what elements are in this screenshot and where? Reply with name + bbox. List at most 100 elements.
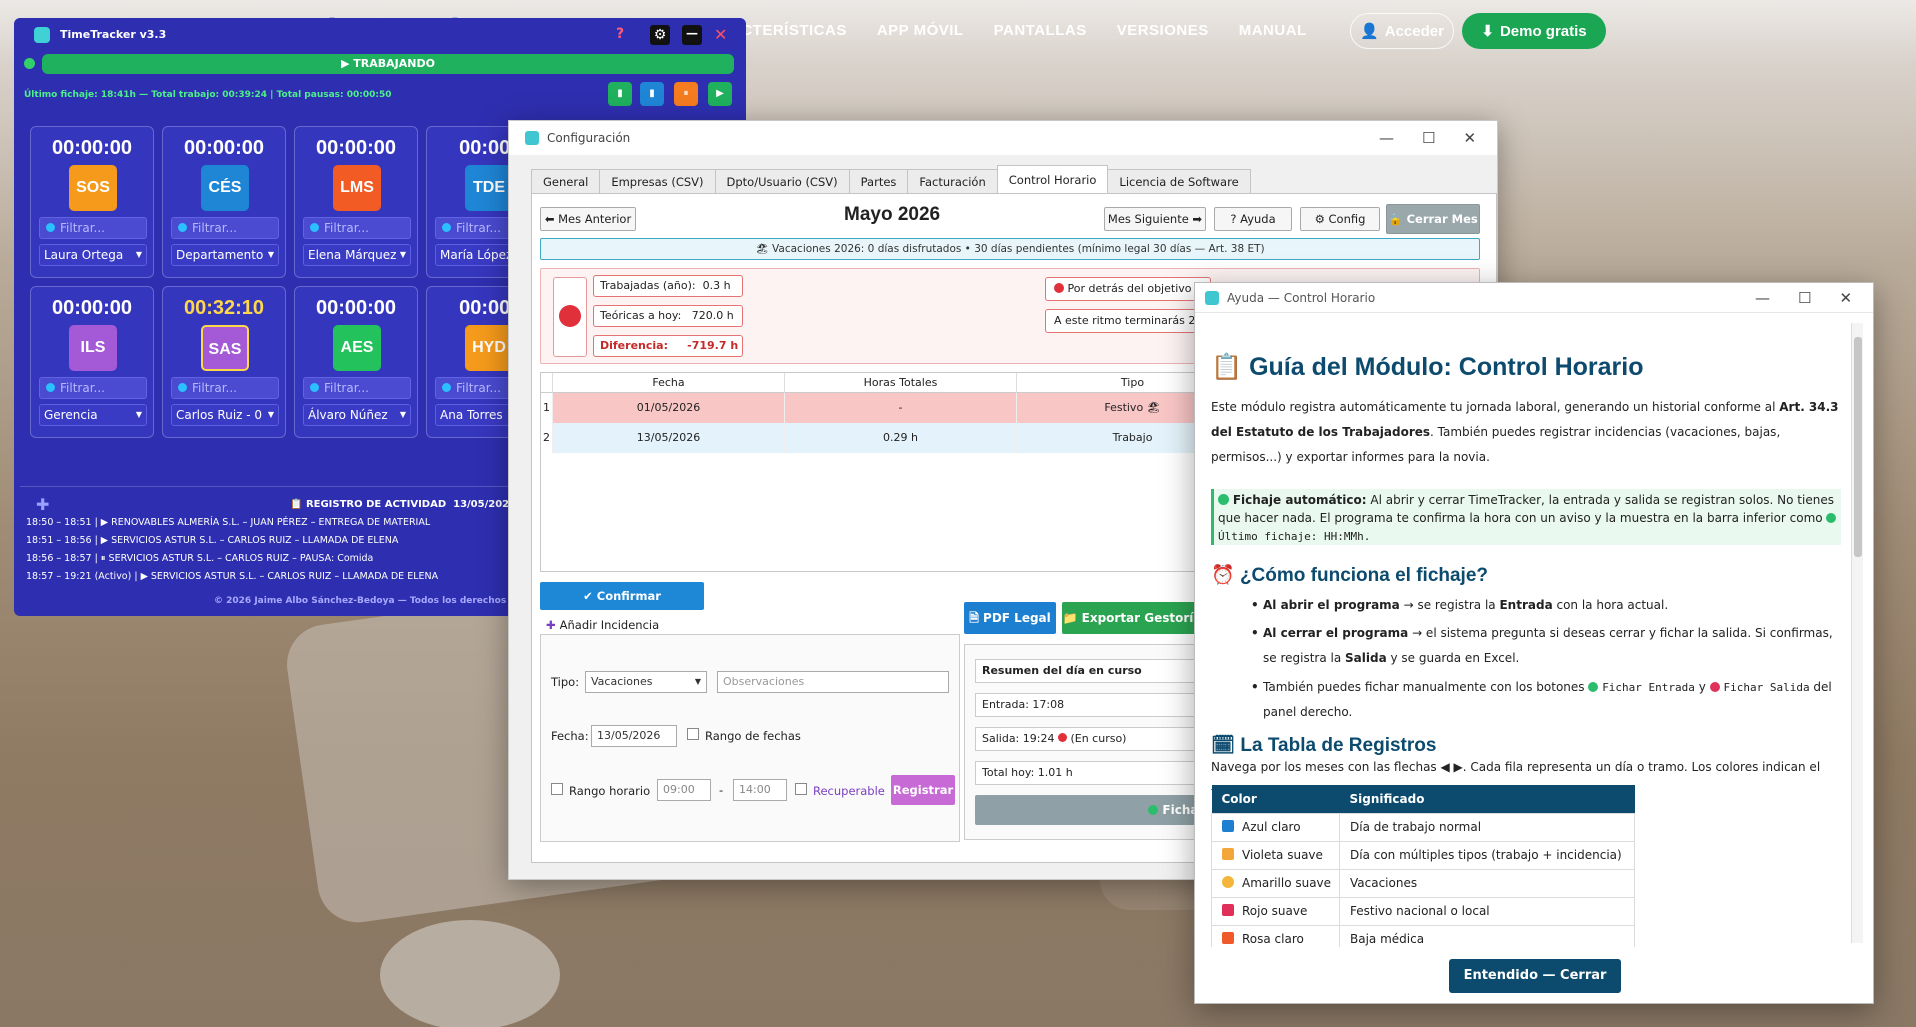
filter-input[interactable]: Filtrar... (171, 217, 279, 239)
close-icon[interactable]: ✕ (1463, 129, 1476, 147)
resume-button[interactable]: ▶ (708, 82, 732, 106)
observaciones-input[interactable]: Observaciones (717, 671, 949, 693)
log-entry[interactable]: 18:57 – 19:21 (Activo) | ▶ SERVICIOS AST… (26, 571, 438, 582)
registrar-button[interactable]: Registrar (891, 775, 955, 805)
company-badge[interactable]: ILS (69, 325, 117, 371)
add-icon[interactable]: ✚ (36, 495, 49, 514)
user-select[interactable]: Elena Márquez ▼ (303, 244, 411, 266)
nav-pantallas[interactable]: PANTALLAS (994, 22, 1087, 39)
log-entry[interactable]: 18:50 – 18:51 | ▶ RENOVABLES ALMERÍA S.L… (26, 517, 430, 528)
minimize-icon[interactable]: — (1379, 129, 1394, 147)
tab-partes[interactable]: Partes (848, 169, 909, 193)
company-badge[interactable]: LMS (333, 165, 381, 211)
help-icon[interactable]: ? (616, 26, 624, 42)
tipo-select[interactable]: Vacaciones ▼ (585, 671, 707, 693)
close-icon[interactable]: ✕ (714, 25, 727, 44)
help-titlebar[interactable]: Ayuda — Control Horario — ☐ ✕ (1195, 283, 1873, 313)
config-button[interactable]: ⚙ Config (1300, 207, 1380, 231)
filter-input[interactable]: Filtrar... (171, 377, 279, 399)
tab-dpto-usuario[interactable]: Dpto/Usuario (CSV) (714, 169, 850, 193)
color-swatch (1222, 876, 1234, 888)
scroll-thumb[interactable] (1854, 337, 1862, 557)
maximize-icon[interactable]: ☐ (1798, 289, 1811, 307)
pdf-legal-button[interactable]: 🗎 PDF Legal (964, 602, 1056, 634)
entendido-cerrar-button[interactable]: Entendido — Cerrar (1449, 959, 1621, 993)
user-select[interactable]: Carlos Ruiz - 0 ▼ (171, 404, 279, 426)
rango-fechas-checkbox[interactable] (687, 728, 699, 740)
timer-value: 00:00:00 (183, 137, 265, 159)
color-legend-table: Color Significado Azul claro Día de trabaj… (1211, 785, 1635, 947)
company-badge[interactable]: SOS (69, 165, 117, 211)
log-entry[interactable]: 18:51 – 18:56 | ▶ SERVICIOS ASTUR S.L. –… (26, 535, 398, 546)
user-select[interactable]: Departamento ▼ (171, 244, 279, 266)
nav-manual[interactable]: MANUAL (1239, 22, 1307, 39)
tab-facturacion[interactable]: Facturación (907, 169, 998, 193)
fecha-input[interactable]: 13/05/2026 (591, 725, 677, 747)
tab-licencia[interactable]: Licencia de Software (1107, 169, 1251, 193)
import-button[interactable]: ▮ (640, 82, 664, 106)
th-color: Color (1211, 785, 1340, 813)
filter-input[interactable]: Filtrar... (303, 217, 411, 239)
filter-input[interactable]: Filtrar... (303, 377, 411, 399)
maximize-icon[interactable]: ☐ (1422, 129, 1435, 147)
hora-inicio-spinner[interactable]: 09:00 (657, 779, 711, 801)
export-excel-button[interactable]: ▮ (608, 82, 632, 106)
minimize-icon[interactable]: — (682, 25, 702, 45)
filter-input[interactable]: Filtrar... (39, 377, 147, 399)
tab-empresas[interactable]: Empresas (CSV) (599, 169, 716, 193)
timer-value: 00:32:10 (183, 297, 265, 319)
hora-fin-spinner[interactable]: 14:00 (733, 779, 787, 801)
log-entry[interactable]: 18:56 – 18:57 | ⏸ SERVICIOS ASTUR S.L. –… (26, 553, 373, 564)
row-header-corner (541, 373, 553, 393)
tab-control-horario[interactable]: Control Horario (996, 165, 1109, 193)
config-titlebar[interactable]: Configuración — ☐ ✕ (509, 121, 1497, 155)
theory-stat: Teóricas a hoy: 720.0 h (593, 305, 743, 327)
timer-card[interactable]: 00:00:00 AES Filtrar... Álvaro Núñez ▼ (294, 286, 418, 438)
company-badge[interactable]: CÉS (201, 165, 249, 211)
color-swatch (1222, 904, 1234, 916)
timer-card[interactable]: 00:32:10 SAS Filtrar... Carlos Ruiz - 0 ▼ (162, 286, 286, 438)
close-icon[interactable]: ✕ (1839, 289, 1852, 307)
demo-button[interactable]: ⬇ Demo gratis (1462, 13, 1606, 49)
chevron-down-icon: ▼ (396, 405, 410, 425)
timer-card[interactable]: 00:00:00 CÉS Filtrar... Departamento ▼ (162, 126, 286, 278)
close-month-button[interactable]: 🔒 Cerrar Mes (1386, 204, 1480, 234)
company-badge[interactable]: HYD (465, 325, 513, 371)
rango-horario-checkbox[interactable] (551, 783, 563, 795)
tab-bar: General Empresas (CSV) Dpto/Usuario (CSV… (531, 165, 1251, 193)
cell-horas: - (785, 393, 1017, 423)
timetracker-titlebar[interactable]: TimeTracker v3.3 ? ⚙ — ✕ (14, 18, 746, 52)
company-badge[interactable]: SAS (201, 325, 249, 371)
user-select[interactable]: Laura Ortega ▼ (39, 244, 147, 266)
timer-card[interactable]: 00:00:00 ILS Filtrar... Gerencia ▼ (30, 286, 154, 438)
gear-icon[interactable]: ⚙ (650, 25, 670, 45)
company-badge[interactable]: TDE (465, 165, 513, 211)
help-scrollbar[interactable] (1851, 323, 1863, 943)
tab-general[interactable]: General (531, 169, 601, 193)
nav-app-movil[interactable]: APP MÓVIL (877, 22, 964, 39)
color-swatch (1222, 820, 1234, 832)
rango-fechas-label: Rango de fechas (705, 729, 801, 743)
help-button[interactable]: ? Ayuda (1214, 207, 1292, 231)
timer-value: 00:00:00 (315, 137, 397, 159)
timer-card[interactable]: 00:00:00 SOS Filtrar... Laura Ortega ▼ (30, 126, 154, 278)
nav-versiones[interactable]: VERSIONES (1117, 22, 1209, 39)
user-select[interactable]: Álvaro Núñez ▼ (303, 404, 411, 426)
filter-input[interactable]: Filtrar... (39, 217, 147, 239)
search-icon (178, 383, 187, 392)
confirm-selected-button[interactable]: ✔ Confirmar seleccionados (540, 582, 704, 631)
exportar-gestoria-button[interactable]: 📁 Exportar Gestoría (1062, 602, 1202, 634)
pause-button[interactable]: ⏸ (674, 82, 698, 106)
timer-card[interactable]: 00:00:00 LMS Filtrar... Elena Márquez ▼ (294, 126, 418, 278)
rhythm-text: A este ritmo terminarás 2026 c (1045, 309, 1215, 333)
login-button[interactable]: 👤 Acceder (1350, 13, 1454, 49)
company-badge[interactable]: AES (333, 325, 381, 371)
col-fecha[interactable]: Fecha (553, 373, 785, 393)
minimize-icon[interactable]: — (1755, 289, 1770, 307)
col-horas[interactable]: Horas Totales (785, 373, 1017, 393)
user-select[interactable]: Gerencia ▼ (39, 404, 147, 426)
next-month-button[interactable]: Mes Siguiente ➡ (1104, 207, 1206, 231)
prev-month-button[interactable]: ⬅ Mes Anterior (540, 207, 636, 231)
recuperable-checkbox[interactable] (795, 783, 807, 795)
timer-value: 00:00:00 (51, 137, 133, 159)
